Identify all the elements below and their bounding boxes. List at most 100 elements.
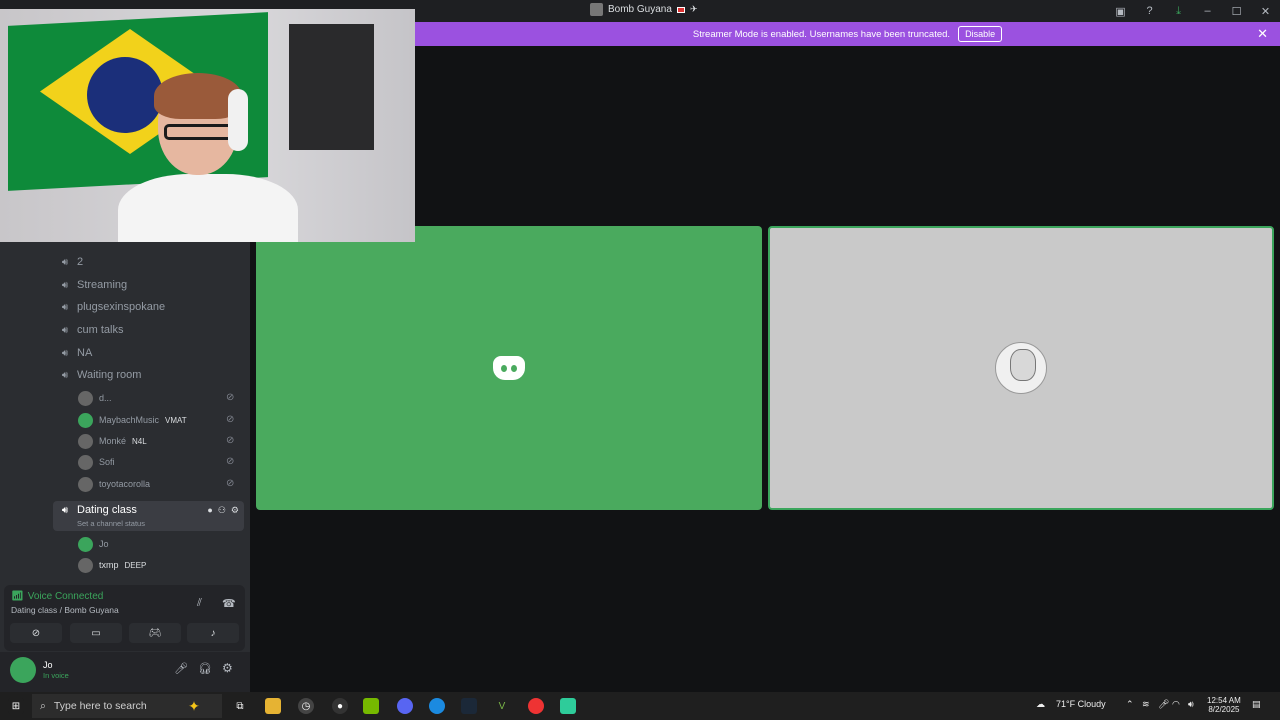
wifi-icon[interactable]: ◠ bbox=[1172, 699, 1180, 710]
microphone-icon[interactable]: 🎤︎ bbox=[174, 662, 188, 675]
list-item[interactable]: Monké N4L bbox=[78, 431, 147, 451]
list-item[interactable]: d... bbox=[78, 388, 112, 408]
banner-message: Streamer Mode is enabled. Usernames have… bbox=[692, 28, 951, 40]
window-title: Bomb Guyana bbox=[608, 4, 672, 15]
screen-share-button[interactable]: ▭ bbox=[70, 623, 122, 643]
voice-panel: 📶︎ Voice Connected Dating class / Bomb G… bbox=[4, 585, 245, 651]
video-tile-speaking-user[interactable] bbox=[768, 226, 1274, 510]
task-view-icon[interactable]: ⧉ bbox=[232, 698, 248, 714]
poster-image bbox=[289, 24, 374, 150]
gear-icon[interactable]: ⚙ bbox=[231, 505, 239, 516]
microphone-tray-icon[interactable]: 🎤︎ bbox=[1158, 699, 1169, 710]
list-item[interactable]: Sofi bbox=[78, 452, 115, 472]
avatar bbox=[78, 390, 93, 406]
member-tag: N4L bbox=[132, 436, 147, 446]
member-tag: DEEP bbox=[124, 560, 147, 570]
discord-logo-icon bbox=[493, 356, 525, 380]
discord-taskbar-icon[interactable] bbox=[397, 698, 413, 714]
inbox-icon[interactable]: ▣ bbox=[1106, 0, 1135, 22]
maximize-button[interactable]: ☐ bbox=[1222, 0, 1251, 22]
streamer-image bbox=[118, 73, 298, 242]
list-item[interactable]: Jo bbox=[78, 534, 109, 554]
active-channel-name: Dating class bbox=[77, 504, 137, 516]
disconnect-icon[interactable]: ☎ bbox=[222, 597, 236, 610]
user-name: Jo bbox=[43, 660, 53, 670]
disable-streamer-button[interactable]: Disable bbox=[958, 26, 1003, 42]
muted-icon: ⊘ bbox=[226, 414, 235, 425]
search-icon: ⌕ bbox=[40, 699, 46, 712]
avatar bbox=[78, 412, 93, 428]
minimize-button[interactable]: – bbox=[1193, 0, 1222, 22]
muted-icon: ⊘ bbox=[226, 392, 235, 403]
chat-icon[interactable]: ● bbox=[207, 505, 212, 516]
video-tile-discord-default[interactable] bbox=[256, 226, 762, 510]
edge-icon[interactable] bbox=[429, 698, 445, 714]
nvidia-icon[interactable] bbox=[363, 698, 379, 714]
app-icon[interactable] bbox=[560, 698, 576, 714]
speaker-icon: 🔊︎ bbox=[61, 301, 69, 313]
channel-item[interactable]: 🔊︎ Waiting room bbox=[59, 365, 142, 385]
obs-icon[interactable]: ● bbox=[332, 698, 348, 714]
gear-icon[interactable]: ⚙ bbox=[222, 661, 233, 675]
voice-location[interactable]: Dating class / Bomb Guyana bbox=[11, 605, 119, 615]
clock-app-icon[interactable]: ◷ bbox=[298, 698, 314, 714]
speaker-icon: 🔊︎ bbox=[61, 279, 69, 291]
streamer-mode-banner: Streamer Mode is enabled. Usernames have… bbox=[415, 22, 1280, 46]
signal-icon: 📶︎ bbox=[11, 591, 24, 602]
file-explorer-icon[interactable] bbox=[265, 698, 281, 714]
activity-button[interactable]: 🎮︎ bbox=[129, 623, 181, 643]
user-status: In voice bbox=[43, 671, 69, 680]
airplane-icon: ✈ bbox=[689, 4, 698, 14]
close-icon[interactable]: ✕ bbox=[1257, 26, 1268, 42]
user-panel: Jo In voice 🎤︎ 🎧︎ ⚙ bbox=[0, 652, 250, 692]
chrome-icon[interactable] bbox=[528, 698, 544, 714]
notification-icon[interactable]: ▤ bbox=[1252, 699, 1261, 710]
windows-start-icon[interactable]: ⊞ bbox=[8, 698, 24, 714]
invite-icon[interactable]: ⚇ bbox=[218, 505, 226, 516]
channel-item[interactable]: 🔊︎ cum talks bbox=[59, 320, 124, 340]
speaker-icon: 🔊︎ bbox=[61, 369, 69, 381]
avatar bbox=[78, 476, 93, 492]
list-item[interactable]: txmp DEEP bbox=[78, 555, 146, 575]
speaker-icon: 🔊︎ bbox=[61, 504, 69, 516]
channel-item[interactable]: 🔊︎ 2 bbox=[59, 252, 83, 272]
avatar bbox=[78, 557, 93, 573]
avatar bbox=[78, 536, 93, 552]
avatar bbox=[995, 342, 1047, 394]
speaker-icon: 🔊︎ bbox=[61, 347, 69, 359]
download-icon[interactable]: ⤓ bbox=[1164, 0, 1193, 22]
channel-item[interactable]: 🔊︎ plugsexinspokane bbox=[59, 297, 165, 317]
muted-icon: ⊘ bbox=[226, 435, 235, 446]
soundboard-button[interactable]: ♪ bbox=[187, 623, 239, 643]
clock[interactable]: 12:54 AM 8/2/2025 bbox=[1207, 696, 1241, 714]
camera-button[interactable]: ⊘ bbox=[10, 623, 62, 643]
network-icon[interactable]: ≋ bbox=[1142, 699, 1150, 710]
voice-status: Voice Connected bbox=[27, 591, 104, 602]
steam-icon[interactable] bbox=[461, 698, 477, 714]
list-item[interactable]: toyotacorolla bbox=[78, 474, 150, 494]
vim-icon[interactable]: V bbox=[494, 698, 510, 714]
sparkle-icon[interactable]: ✦ bbox=[186, 698, 202, 714]
avatar[interactable] bbox=[10, 657, 36, 683]
close-window-button[interactable]: ✕ bbox=[1251, 0, 1280, 22]
weather-text[interactable]: 71°F Cloudy bbox=[1056, 699, 1106, 709]
server-icon bbox=[590, 3, 603, 16]
muted-icon: ⊘ bbox=[226, 478, 235, 489]
list-item[interactable]: MaybachMusic VMAT bbox=[78, 410, 187, 430]
noise-suppression-icon[interactable]: ⫽ bbox=[197, 597, 202, 610]
muted-icon: ⊘ bbox=[226, 456, 235, 467]
channel-status[interactable]: Set a channel status bbox=[77, 519, 145, 528]
weather-icon[interactable]: ☁ bbox=[1036, 699, 1045, 710]
headphones-icon[interactable]: 🎧︎ bbox=[198, 662, 212, 675]
speaker-icon: 🔊︎ bbox=[61, 256, 69, 268]
member-tag: VMAT bbox=[165, 415, 187, 425]
help-icon[interactable]: ? bbox=[1135, 0, 1164, 22]
channel-item[interactable]: 🔊︎ NA bbox=[59, 343, 92, 363]
speaker-icon: 🔊︎ bbox=[61, 324, 69, 336]
active-channel[interactable]: 🔊︎ Dating class Set a channel status ● ⚇… bbox=[53, 501, 244, 531]
channel-item[interactable]: 🔊︎ Streaming bbox=[59, 275, 127, 295]
avatar bbox=[78, 454, 93, 470]
chevron-up-icon[interactable]: ⌃ bbox=[1126, 699, 1134, 710]
avatar bbox=[78, 433, 93, 449]
volume-icon[interactable]: 🔊︎ bbox=[1188, 699, 1194, 710]
